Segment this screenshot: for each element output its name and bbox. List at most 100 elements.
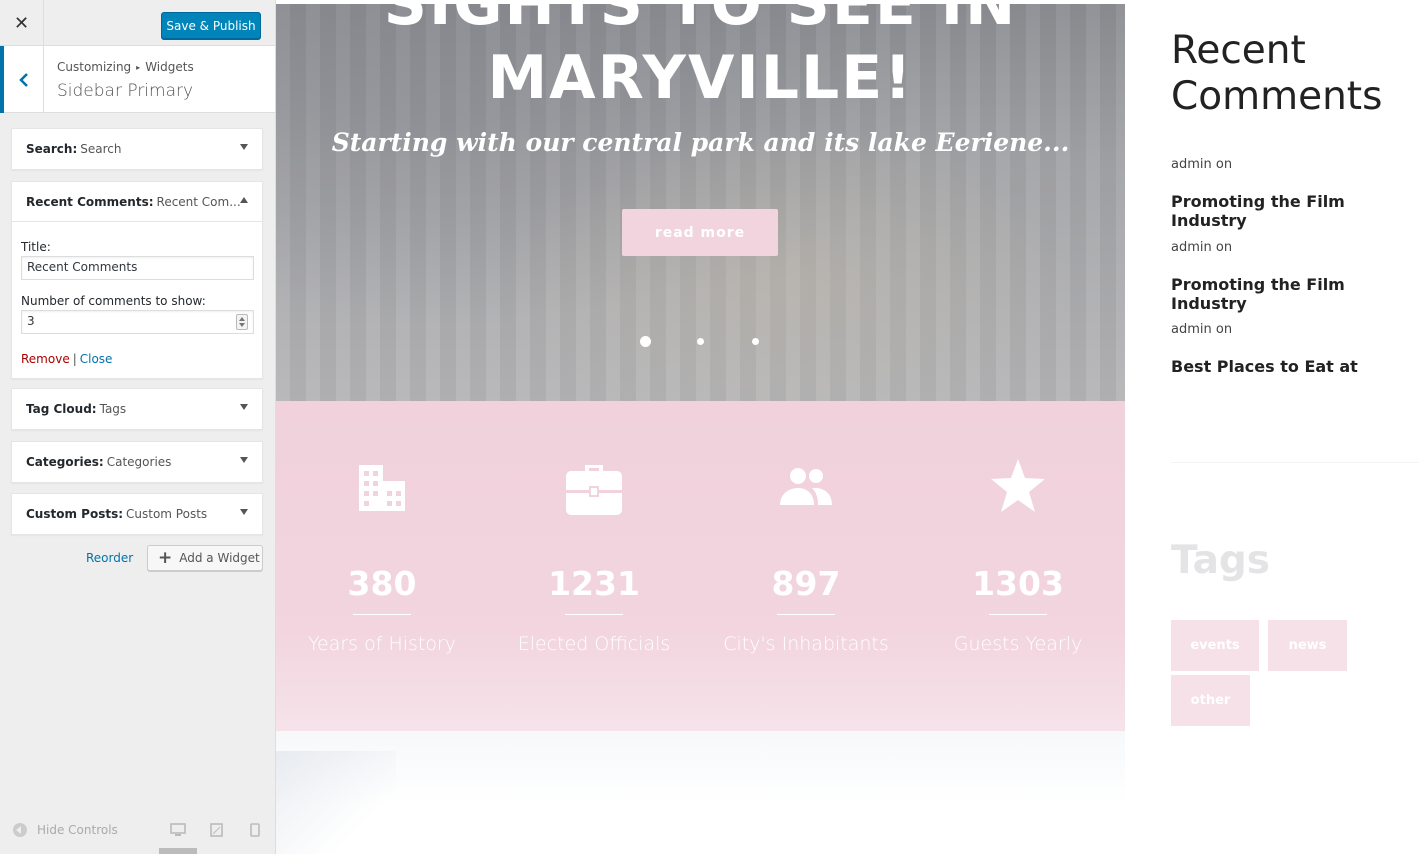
widget-title: Recent Com... (156, 194, 241, 209)
section-title: Sidebar Primary (57, 81, 194, 101)
widget-header[interactable]: Search: Search (12, 129, 262, 169)
recent-comments-title: Recent Comments (1171, 28, 1383, 119)
widget-type: Custom Posts: (26, 507, 124, 521)
plus-icon: + (158, 547, 173, 568)
comment-meta: admin on (1171, 157, 1233, 172)
hero-title: SIGHTS TO SEE IN MARYVILLE! (276, 4, 1125, 115)
action-separator: | (72, 352, 77, 366)
stat-label: Years of History (307, 633, 457, 655)
comment-post-link[interactable]: Promoting the Film Industry (1171, 275, 1419, 313)
widget-type: Tag Cloud: (26, 402, 97, 416)
breadcrumb-customizing: Customizing (57, 60, 132, 74)
stat-number: 1231 (548, 564, 640, 603)
hero-title-line1: SIGHTS TO SEE IN (383, 4, 1018, 39)
widget-header[interactable]: Categories: Categories (12, 442, 262, 482)
customizer-panel: ✕ Save & Publish Customizing ▸ Widgets Sid… (0, 0, 276, 854)
hide-controls-button[interactable]: Hide Controls (13, 823, 118, 837)
tag-events[interactable]: events (1171, 620, 1259, 671)
tags-title: Tags (1171, 538, 1271, 583)
title-label: Title: (21, 240, 51, 254)
collapse-icon (13, 823, 27, 837)
close-customizer-button[interactable]: ✕ (0, 0, 44, 46)
number-label: Number of comments to show: (21, 294, 206, 308)
widget-custom-posts[interactable]: Custom Posts: Custom Posts (11, 493, 263, 535)
building-icon (359, 465, 405, 511)
breadcrumb-widgets: Widgets (145, 60, 194, 74)
widget-title: Search (80, 142, 122, 156)
widget-type: Recent Comments: (26, 194, 154, 209)
customizer-footer: Hide Controls (0, 812, 275, 854)
widget-title: Custom Posts (126, 507, 208, 521)
stat-number: 380 (347, 564, 417, 603)
hero-slider: SIGHTS TO SEE IN MARYVILLE! Starting wit… (276, 4, 1125, 401)
expand-arrow-icon[interactable] (240, 457, 248, 463)
desktop-preview-icon[interactable] (170, 823, 186, 837)
star-icon (991, 459, 1045, 512)
widget-type: Categories: (26, 455, 104, 469)
widget-title: Tags (99, 402, 127, 416)
widget-type: Search: (26, 142, 78, 156)
remove-link[interactable]: Remove (21, 352, 70, 366)
reorder-link[interactable]: Reorder (86, 551, 133, 565)
comment-post-link[interactable]: Promoting the Film Industry (1171, 192, 1419, 230)
section-header: Customizing ▸ Widgets Sidebar Primary (0, 46, 275, 113)
stat-label: Elected Officials (517, 633, 671, 655)
mobile-preview-icon[interactable] (250, 823, 260, 837)
stat-divider (565, 614, 623, 615)
stats-section: 380 Years of History 1231 Elected Offici… (276, 401, 1125, 731)
slider-dot[interactable] (697, 338, 704, 345)
stat-number: 1303 (972, 564, 1064, 603)
spinner-icon[interactable] (236, 314, 248, 330)
hero-title-line2: MARYVILLE! (487, 43, 914, 113)
save-publish-button[interactable]: Save & Publish (161, 12, 261, 39)
widget-title: Categories (106, 455, 172, 469)
collapse-arrow-icon[interactable] (240, 197, 248, 203)
breadcrumb-separator: ▸ (136, 63, 141, 72)
site-preview: SIGHTS TO SEE IN MARYVILLE! Starting wit… (276, 0, 1419, 854)
chevron-left-icon (18, 72, 28, 87)
people-icon (780, 468, 832, 505)
stat-label: Guests Yearly (953, 633, 1083, 655)
stat-divider (989, 614, 1047, 615)
widget-tag-cloud[interactable]: Tag Cloud: Tags (11, 388, 263, 430)
back-button[interactable] (0, 46, 44, 113)
hide-controls-label: Hide Controls (37, 823, 118, 837)
expand-arrow-icon[interactable] (240, 509, 248, 515)
customizer-header: ✕ Save & Publish (0, 0, 275, 46)
title-input[interactable]: Recent Comments (21, 256, 254, 280)
sidebar-divider (1171, 462, 1419, 463)
active-device-indicator (159, 848, 197, 854)
widget-form: Title: Recent Comments Number of comment… (12, 222, 262, 378)
expand-arrow-icon[interactable] (240, 144, 248, 150)
decorative-image (276, 751, 396, 854)
add-widget-button[interactable]: + Add a Widget (147, 545, 263, 571)
comment-meta: admin on (1171, 240, 1233, 255)
close-link[interactable]: Close (80, 352, 113, 366)
number-input[interactable]: 3 (21, 310, 254, 334)
hero-subtitle: Starting with our central park and its l… (331, 128, 1070, 157)
tag-news[interactable]: news (1268, 620, 1347, 671)
widget-actions: Remove | Close (21, 352, 253, 366)
comment-post-link[interactable]: Best Places to Eat at (1171, 357, 1358, 376)
expand-arrow-icon[interactable] (240, 404, 248, 410)
read-more-button[interactable]: read more (622, 209, 778, 256)
widget-header[interactable]: Custom Posts: Custom Posts (12, 494, 262, 534)
widget-categories[interactable]: Categories: Categories (11, 441, 263, 483)
widget-search[interactable]: Search: Search (11, 128, 263, 170)
breadcrumb: Customizing ▸ Widgets (57, 60, 194, 74)
slider-dot[interactable] (640, 336, 651, 347)
add-widget-label: Add a Widget (179, 551, 260, 565)
stat-label: City's Inhabitants (723, 633, 889, 655)
number-value: 3 (27, 314, 35, 328)
tablet-preview-icon[interactable] (210, 823, 223, 837)
stat-divider (353, 614, 411, 615)
below-section (276, 731, 1125, 854)
widget-header[interactable]: Recent Comments: Recent Com... (12, 182, 262, 222)
widget-recent-comments[interactable]: Recent Comments: Recent Com... Title: Rec… (11, 181, 263, 379)
stat-number: 897 (771, 564, 841, 603)
comment-meta: admin on (1171, 322, 1233, 337)
briefcase-icon (566, 465, 622, 515)
widget-header[interactable]: Tag Cloud: Tags (12, 389, 262, 429)
slider-dot[interactable] (752, 338, 759, 345)
tag-other[interactable]: other (1171, 675, 1250, 726)
